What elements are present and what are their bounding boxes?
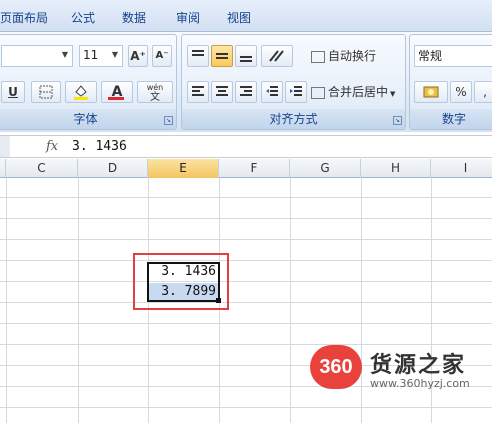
merge-center-label: 合并后居中 — [328, 85, 389, 99]
phonetic-char: 文 — [150, 92, 160, 103]
wrap-text-button[interactable]: 自动换行 — [311, 45, 403, 67]
column-header-c[interactable]: C — [6, 159, 78, 178]
font-size-dropdown[interactable]: 11 ▼ — [79, 45, 123, 67]
comma-style-button[interactable]: , — [474, 81, 492, 103]
currency-icon — [423, 86, 439, 98]
tab-page-layout[interactable]: 页面布局 — [0, 9, 48, 26]
tab-data[interactable]: 数据 — [122, 9, 146, 26]
alignment-group-label: 对齐方式 — [182, 109, 405, 129]
grid-line — [0, 302, 492, 303]
increase-indent-button[interactable] — [285, 81, 307, 103]
merge-center-button[interactable]: 合并后居中 ▼ — [311, 81, 403, 103]
number-group-label: 数字 — [410, 109, 492, 129]
comma-icon: , — [483, 85, 487, 99]
grid-line — [0, 281, 492, 282]
column-header-i[interactable]: I — [431, 159, 492, 178]
grid-line — [0, 407, 492, 408]
tab-review[interactable]: 审阅 — [176, 9, 200, 26]
grid-line — [0, 260, 492, 261]
grid-line — [0, 197, 492, 198]
insert-function-icon[interactable]: fx — [46, 139, 58, 154]
column-header-h[interactable]: H — [361, 159, 431, 178]
grow-font-button[interactable]: A⁺ — [128, 45, 148, 67]
percent-style-button[interactable]: % — [450, 81, 472, 103]
grid-line — [0, 239, 492, 240]
align-top-button[interactable] — [187, 45, 209, 67]
column-header-d[interactable]: D — [78, 159, 148, 178]
watermark-title: 货源之家 — [370, 353, 467, 378]
tab-formulas[interactable]: 公式 — [71, 9, 95, 26]
formula-bar: fx 3. 1436 — [0, 135, 492, 158]
cell-e-value-1[interactable]: 3. 1436 — [150, 264, 216, 279]
align-left-button[interactable] — [187, 81, 209, 103]
align-right-icon — [240, 86, 252, 96]
tab-view[interactable]: 视图 — [227, 9, 251, 26]
accounting-format-button[interactable] — [414, 81, 448, 103]
formula-input[interactable]: 3. 1436 — [72, 139, 127, 154]
watermark-logo: 360 — [310, 345, 362, 389]
font-group: ▼ 11 ▼ A⁺ A⁻ U A wén 文 字体 ↘ — [0, 34, 177, 130]
chevron-down-icon: ▼ — [111, 50, 118, 59]
underline-button[interactable]: U — [1, 81, 25, 103]
font-name-dropdown[interactable]: ▼ — [1, 45, 73, 67]
number-group: 常规 % , 数字 — [409, 34, 492, 130]
font-color-button[interactable]: A — [101, 81, 133, 103]
merge-cells-icon — [311, 86, 325, 99]
number-format-value: 常规 — [418, 49, 443, 63]
align-right-button[interactable] — [235, 81, 257, 103]
column-headers: C D E F G H I — [0, 159, 492, 178]
shrink-font-icon: A⁻ — [155, 50, 169, 61]
alignment-group: 自动换行 合并后居中 ▼ 对齐方式 ↘ — [181, 34, 406, 130]
grid-line — [0, 323, 492, 324]
paint-bucket-icon — [74, 85, 88, 100]
font-group-label: 字体 — [0, 109, 176, 129]
phonetic-guide-button[interactable]: wén 文 — [137, 81, 173, 103]
watermark: 360 货源之家 www.360hyzj.com — [310, 345, 492, 393]
ribbon-tab-bar: 页面布局 公式 数据 审阅 视图 — [0, 0, 492, 32]
align-center-icon — [216, 86, 228, 96]
align-left-icon — [192, 86, 204, 96]
wrap-text-icon — [311, 50, 325, 63]
column-header-f[interactable]: F — [219, 159, 290, 178]
number-format-dropdown[interactable]: 常规 — [414, 45, 492, 67]
orientation-button[interactable] — [261, 45, 293, 67]
chevron-down-icon: ▼ — [61, 50, 68, 59]
decrease-indent-icon — [266, 86, 278, 96]
font-color-swatch — [108, 97, 124, 100]
align-bottom-button[interactable] — [235, 45, 257, 67]
align-center-button[interactable] — [211, 81, 233, 103]
column-header-g[interactable]: G — [290, 159, 361, 178]
text-orientation-icon — [269, 50, 284, 62]
grow-font-icon: A⁺ — [130, 49, 146, 63]
wrap-text-label: 自动换行 — [328, 49, 377, 63]
align-top-icon — [192, 50, 204, 56]
column-header-e[interactable]: E — [148, 159, 219, 178]
borders-button[interactable] — [31, 81, 61, 103]
align-middle-icon — [216, 53, 228, 59]
watermark-url: www.360hyzj.com — [370, 377, 470, 390]
align-bottom-icon — [240, 56, 252, 62]
name-box[interactable] — [0, 136, 10, 157]
decrease-indent-button[interactable] — [261, 81, 283, 103]
dialog-launcher-icon[interactable]: ↘ — [393, 116, 402, 125]
percent-icon: % — [455, 85, 467, 99]
borders-icon — [39, 85, 53, 99]
cell-e-value-2[interactable]: 3. 7899 — [150, 284, 216, 299]
ribbon: ▼ 11 ▼ A⁺ A⁻ U A wén 文 字体 ↘ 自动换行 合并后居中 ▼… — [0, 32, 492, 132]
fill-color-button[interactable] — [65, 81, 97, 103]
grid-line — [0, 218, 492, 219]
chevron-down-icon: ▼ — [390, 90, 396, 98]
font-size-value: 11 — [83, 48, 99, 62]
dialog-launcher-icon[interactable]: ↘ — [164, 116, 173, 125]
underline-icon: U — [8, 85, 18, 99]
increase-indent-icon — [290, 86, 302, 96]
align-middle-button[interactable] — [211, 45, 233, 67]
fill-handle[interactable] — [216, 298, 221, 303]
shrink-font-button[interactable]: A⁻ — [152, 45, 172, 67]
